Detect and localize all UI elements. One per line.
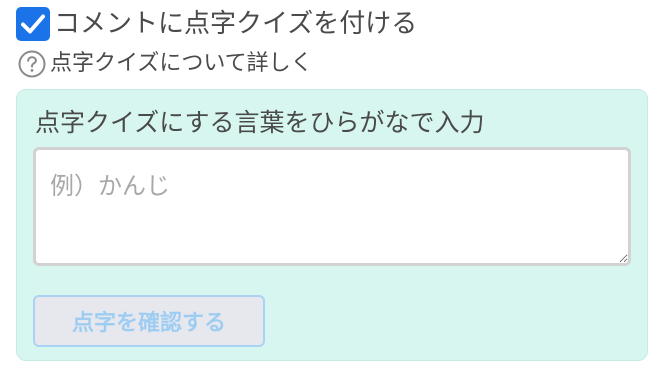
quiz-word-input[interactable] [33,147,631,266]
confirm-braille-button[interactable]: 点字を確認する [33,295,265,347]
question-circle-icon [18,50,46,78]
help-link-label: 点字クイズについて詳しく [50,51,313,76]
checkbox-label: コメントに点字クイズを付ける [54,9,418,39]
braille-quiz-form: コメントに点字クイズを付ける 点字クイズについて詳しく 点字クイズにする言葉をひ… [0,0,664,376]
braille-quiz-help-link[interactable]: 点字クイズについて詳しく [18,49,313,79]
add-braille-quiz-toggle[interactable]: コメントに点字クイズを付ける [16,6,417,42]
panel-title: 点字クイズにする言葉をひらがなで入力 [35,108,485,137]
checkbox[interactable] [16,7,50,41]
checkmark-icon [21,14,45,34]
quiz-input-panel: 点字クイズにする言葉をひらがなで入力 点字を確認する [16,89,648,361]
